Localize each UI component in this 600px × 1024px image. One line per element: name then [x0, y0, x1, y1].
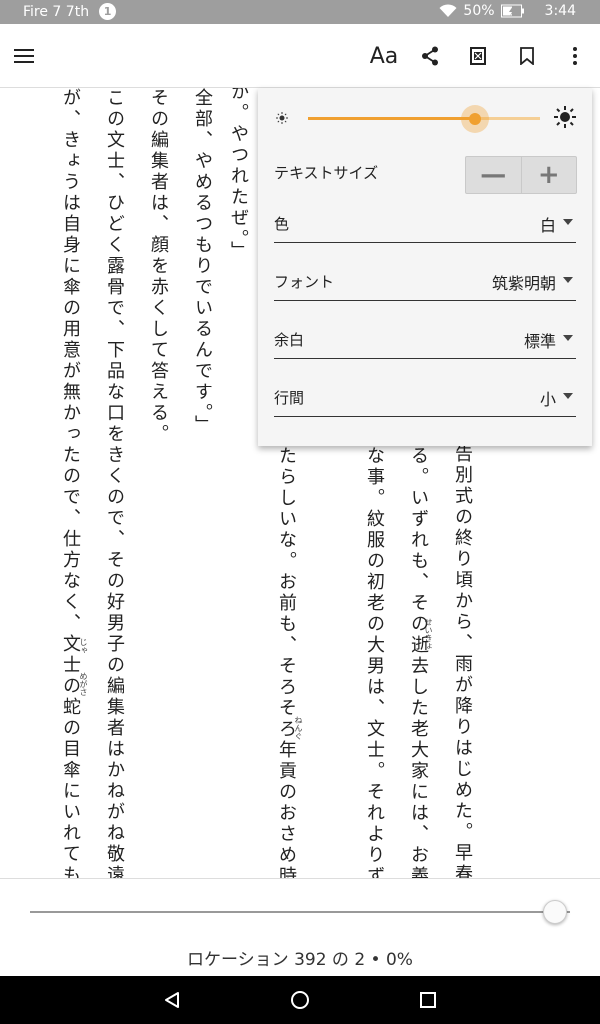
brightness-slider-thumb[interactable] [461, 105, 490, 133]
line-spacing-value: 小 [539, 390, 556, 409]
brightness-slider-fill [308, 117, 476, 120]
reader-toolbar: Aa [0, 24, 600, 88]
font-settings-button[interactable]: Aa [366, 40, 402, 72]
font-select[interactable]: フォント 筑紫明朝 [274, 267, 576, 301]
system-navigation-bar [0, 976, 600, 1024]
chevron-down-icon [563, 393, 573, 399]
margin-label: 余白 [274, 331, 305, 349]
device-name: Fire 7 7th [23, 3, 90, 20]
margin-select[interactable]: 余白 標準 [274, 325, 576, 359]
status-bar: Fire 7 7th 1 50% 3:44 [0, 0, 600, 24]
brightness-low-icon [276, 112, 288, 124]
font-label: フォント [274, 273, 335, 291]
battery-charging-icon [500, 4, 524, 18]
text-column: たらしいな。お前も、そろそろ年貢のおさめ時じゃ [276, 446, 297, 878]
text-column: な事。紋服の初老の大男は、文士。それよりずっと [364, 446, 385, 878]
ruby-annotation: ねんぐ [294, 716, 303, 740]
more-options-icon[interactable] [559, 40, 591, 72]
text-column: 告別式の終り頃から、雨が降りはじめた。早春の雨 [452, 444, 473, 878]
brightness-control [270, 105, 580, 133]
ruby-annotation: せいきょ [424, 618, 433, 650]
location-bar: ロケーション 392 の 2 • 0% [0, 878, 600, 976]
increase-text-size-button[interactable]: + [520, 157, 577, 193]
back-icon[interactable] [160, 988, 184, 1012]
home-icon[interactable] [288, 988, 312, 1012]
recent-apps-icon[interactable] [416, 988, 440, 1012]
ruby-annotation: めがさ [79, 672, 88, 696]
battery-percent: 50% [463, 3, 495, 19]
clock: 3:44 [544, 3, 576, 19]
share-icon[interactable] [414, 40, 446, 72]
ruby-annotation: じゃ [79, 638, 88, 654]
decrease-text-size-button[interactable]: — [466, 157, 521, 193]
text-column: 全部、やめるつもりでいるんです。」 [192, 88, 213, 436]
xray-icon[interactable] [462, 40, 494, 72]
margin-value: 標準 [523, 332, 556, 351]
text-column: か。やつれたぜ。」 [228, 88, 249, 262]
color-label: 色 [274, 215, 290, 233]
wifi-icon [439, 4, 457, 17]
brightness-high-icon [554, 106, 576, 128]
text-column: る。いずれも、その逝去した老大家には、お義理一 [408, 446, 429, 878]
chevron-down-icon [563, 219, 573, 225]
bookmark-icon[interactable] [511, 40, 543, 72]
location-slider[interactable] [30, 911, 570, 913]
chevron-down-icon [563, 277, 573, 283]
line-spacing-label: 行間 [274, 389, 305, 407]
text-size-label: テキストサイズ [274, 164, 379, 182]
text-size-stepper: — + [465, 156, 577, 194]
text-column: この文士、ひどく露骨で、下品な口をきくので、その好男子の編集者はかねがね敬遠して… [104, 88, 125, 878]
color-select[interactable]: 色 白 [274, 209, 576, 243]
color-value: 白 [539, 216, 556, 235]
text-column: が、きょうは自身に傘の用意が無かったので、仕方なく、文士の蛇の目傘にいれてもらい… [60, 88, 81, 878]
line-spacing-select[interactable]: 行間 小 [274, 383, 576, 417]
menu-icon[interactable] [8, 40, 40, 72]
chevron-down-icon [563, 335, 573, 341]
text-column: その編集者は、顔を赤くして答える。 [148, 88, 169, 445]
font-value: 筑紫明朝 [491, 274, 556, 293]
notification-count-badge: 1 [99, 3, 117, 20]
brightness-slider[interactable] [308, 105, 540, 133]
location-slider-thumb[interactable] [543, 900, 567, 924]
location-text: ロケーション 392 の 2 • 0% [187, 950, 413, 970]
display-settings-panel: テキストサイズ — + 色 白 フォント 筑紫明朝 余白 標準 行間 小 [258, 88, 592, 446]
